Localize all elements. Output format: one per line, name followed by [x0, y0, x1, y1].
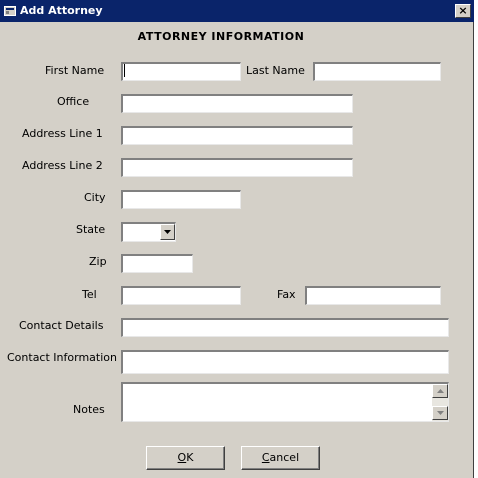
contact-information-label: Contact Information — [7, 351, 117, 364]
title-bar[interactable]: Add Attorney × — [0, 0, 474, 22]
ok-button[interactable]: OK — [146, 446, 225, 470]
last-name-label: Last Name — [246, 64, 305, 77]
notes-scrollbar[interactable] — [432, 384, 448, 421]
tel-label: Tel — [82, 288, 97, 301]
close-icon: × — [458, 4, 468, 17]
ok-label: K — [186, 451, 194, 464]
office-input[interactable] — [121, 94, 353, 113]
text-caret — [124, 64, 125, 77]
city-label: City — [84, 191, 106, 204]
city-input[interactable] — [121, 190, 241, 209]
zip-input[interactable] — [121, 254, 193, 273]
address-line-2-input[interactable] — [121, 158, 353, 177]
last-name-input[interactable] — [313, 62, 441, 81]
arrow-down-icon — [437, 411, 444, 415]
tel-input[interactable] — [121, 286, 241, 305]
cancel-button[interactable]: Cancel — [241, 446, 320, 470]
notes-textarea[interactable] — [121, 382, 449, 422]
office-label: Office — [57, 95, 90, 108]
contact-details-label: Contact Details — [19, 319, 104, 332]
scroll-down-button[interactable] — [432, 406, 448, 420]
contact-information-input[interactable] — [121, 350, 449, 374]
address-line-1-label: Address Line 1 — [22, 127, 103, 140]
chevron-down-icon — [164, 230, 171, 234]
first-name-label: First Name — [45, 64, 105, 77]
state-select[interactable] — [121, 222, 176, 242]
arrow-up-icon — [437, 389, 444, 393]
ok-mnemonic: O — [177, 451, 187, 464]
address-line-1-input[interactable] — [121, 126, 353, 145]
state-dropdown-button[interactable] — [160, 224, 175, 240]
cancel-mnemonic: C — [261, 451, 270, 464]
scroll-up-button[interactable] — [432, 384, 448, 398]
zip-label: Zip — [89, 255, 107, 268]
app-window-icon — [4, 5, 16, 17]
first-name-input[interactable] — [121, 62, 241, 81]
state-label: State — [76, 223, 106, 236]
notes-label: Notes — [73, 403, 105, 416]
close-button[interactable]: × — [455, 4, 471, 18]
cancel-label: ancel — [269, 451, 300, 464]
window-title: Add Attorney — [20, 4, 103, 17]
add-attorney-dialog: Add Attorney × ATTORNEY INFORMATION Firs… — [0, 0, 474, 478]
form-heading: ATTORNEY INFORMATION — [137, 30, 305, 43]
fax-label: Fax — [277, 288, 296, 301]
fax-input[interactable] — [305, 286, 441, 305]
contact-details-input[interactable] — [121, 318, 449, 337]
address-line-2-label: Address Line 2 — [22, 159, 103, 172]
